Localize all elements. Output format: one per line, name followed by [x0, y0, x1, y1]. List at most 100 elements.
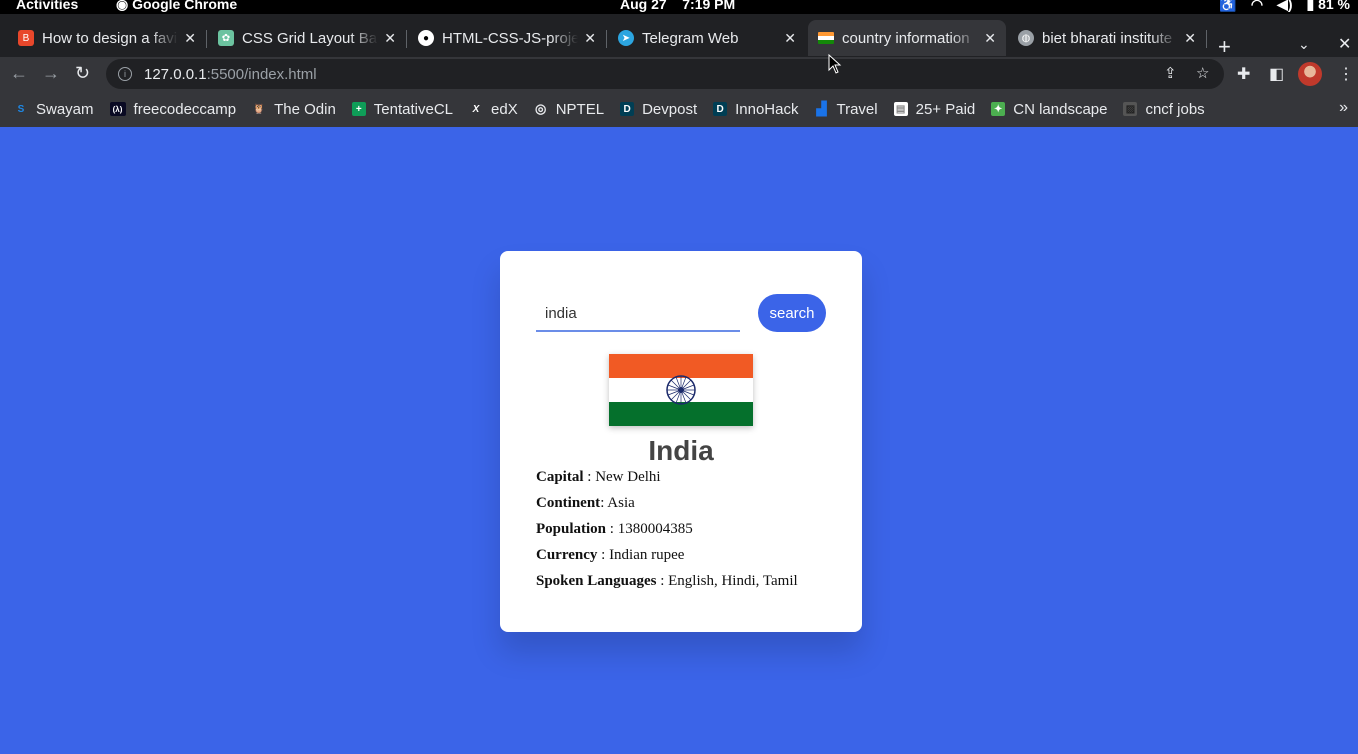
population-value: 1380004385	[617, 521, 693, 537]
bookmark-label: Travel	[836, 100, 878, 118]
bookmark-devpost[interactable]: D Devpost	[620, 101, 697, 118]
bookmark-tentativecl[interactable]: + TentativeCL	[351, 101, 453, 118]
window-close-icon[interactable]: ✕	[1338, 34, 1351, 54]
bookmark-the-odin[interactable]: 🦉 The Odin	[252, 101, 336, 118]
active-app-name[interactable]: ◉ Google Chrome	[116, 0, 237, 13]
address-bar[interactable]: i 127.0.0.1:5500/index.html ⇪ ☆	[106, 59, 1224, 89]
freecodecamp-icon: (λ)	[109, 102, 126, 116]
site-info-icon[interactable]: i	[118, 67, 132, 81]
capital-row: Capital : New Delhi	[536, 469, 661, 486]
population-separator: :	[606, 521, 618, 537]
globe-icon: ◍	[1018, 30, 1034, 46]
close-tab-icon[interactable]: ✕	[384, 30, 396, 47]
bookmark-cn-landscape[interactable]: ✦ CN landscape	[991, 101, 1107, 118]
url-path: :5500/index.html	[206, 65, 317, 83]
extensions-puzzle-icon[interactable]: ✚	[1237, 64, 1250, 84]
tab-favicon-design[interactable]: B How to design a favi ✕	[8, 20, 206, 56]
share-icon[interactable]: ⇪	[1164, 64, 1177, 82]
close-tab-icon[interactable]: ✕	[184, 30, 196, 47]
browser-toolbar: ← → ↻ i 127.0.0.1:5500/index.html ⇪ ☆ ✚ …	[0, 57, 1358, 91]
languages-row: Spoken Languages : English, Hindi, Tamil	[536, 573, 798, 590]
mouse-cursor-icon	[828, 54, 842, 74]
tab-title: CSS Grid Layout Basi	[242, 29, 378, 47]
close-tab-icon[interactable]: ✕	[784, 30, 796, 47]
country-search-input[interactable]	[536, 296, 740, 332]
forward-arrow-icon[interactable]: →	[42, 63, 60, 84]
tab-biet[interactable]: ◍ biet bharati institute ✕	[1008, 20, 1206, 56]
bookmarks-bar: S Swayam (λ) freecodeccamp 🦉 The Odin + Tent…	[0, 91, 1358, 127]
tab-separator	[206, 30, 207, 48]
india-flag	[609, 354, 753, 426]
tab-github[interactable]: ● HTML-CSS-JS-proje ✕	[408, 20, 606, 56]
bookmark-swayam[interactable]: S Swayam	[14, 101, 94, 118]
more-bookmarks-chevron-icon[interactable]: »	[1339, 99, 1348, 117]
bookmark-nptel[interactable]: ◎ NPTEL	[534, 101, 604, 118]
bookmark-freecodecamp[interactable]: (λ) freecodeccamp	[109, 101, 236, 118]
capital-separator: :	[583, 469, 596, 485]
continent-label: Continent	[536, 495, 601, 511]
swayam-icon: S	[17, 103, 25, 115]
currency-label: Currency	[536, 547, 598, 563]
capital-value: New Delhi	[595, 469, 661, 485]
bookmark-label: edX	[491, 100, 518, 118]
tab-title: biet bharati institute	[1042, 29, 1173, 47]
bookmark-edx[interactable]: XedX	[469, 101, 518, 118]
tab-telegram[interactable]: ➤ Telegram Web ✕	[608, 20, 806, 56]
population-row: Population : 1380004385	[536, 521, 693, 538]
active-app-label: Google Chrome	[132, 0, 238, 12]
devpost-icon: D	[620, 102, 635, 116]
continent-value: Asia	[607, 495, 635, 511]
landscape-icon: ✦	[991, 102, 1006, 116]
tab-css-grid[interactable]: ✿ CSS Grid Layout Basi ✕	[208, 20, 406, 56]
tab-title: HTML-CSS-JS-proje	[442, 29, 578, 47]
currency-separator: :	[597, 547, 610, 563]
cncf-icon: ▨	[1123, 102, 1138, 116]
bookmark-cncf-jobs[interactable]: ▨ cncf jobs	[1123, 100, 1205, 118]
bookmark-label: 25+ Paid	[915, 100, 976, 118]
india-flag-icon	[818, 32, 834, 44]
tab-strip: B How to design a favi ✕ ✿ CSS Grid Layo…	[0, 14, 1358, 59]
back-arrow-icon[interactable]: ←	[10, 63, 28, 84]
population-label: Population	[536, 521, 607, 537]
currency-value: Indian rupee	[609, 547, 685, 563]
telegram-icon: ➤	[618, 30, 634, 46]
url-host: 127.0.0.1	[144, 65, 207, 83]
tab-country-information[interactable]: country information ✕	[808, 20, 1006, 56]
activities-button[interactable]: Activities	[16, 0, 78, 12]
accessibility-icon: ♿	[1219, 0, 1237, 12]
bookmark-label: InnoHack	[735, 100, 799, 118]
tab-favicon-icon: B	[18, 30, 34, 46]
languages-label: Spoken Languages	[536, 573, 657, 589]
close-tab-icon[interactable]: ✕	[584, 30, 596, 47]
owl-icon: 🦉	[252, 103, 266, 115]
bookmark-label: CN landscape	[1013, 100, 1108, 118]
bookmark-travel[interactable]: ▟ Travel	[814, 101, 877, 118]
profile-avatar[interactable]	[1298, 62, 1322, 86]
clock-time: 7:19 PM	[682, 0, 736, 12]
clock[interactable]: Aug 27 7:19 PM	[620, 0, 735, 12]
bookmark-label: The Odin	[274, 100, 336, 118]
edx-icon: X	[472, 103, 480, 115]
currency-row: Currency : Indian rupee	[536, 547, 684, 564]
chrome-menu-icon[interactable]: ⋮	[1338, 64, 1354, 84]
system-top-bar: Activities ◉ Google Chrome Aug 27 7:19 P…	[0, 0, 1358, 14]
reload-icon[interactable]: ↻	[75, 63, 90, 84]
bookmark-star-icon[interactable]: ☆	[1196, 64, 1209, 82]
side-panel-icon[interactable]: ◧	[1269, 64, 1284, 84]
system-tray[interactable]: ♿ ◠ ◀) ▮ 81 %	[1219, 0, 1350, 13]
devpost-icon: D	[713, 102, 728, 116]
tab-favicon-icon: ✿	[218, 30, 234, 46]
tab-title: country information	[842, 29, 970, 47]
capital-label: Capital	[536, 469, 584, 485]
wifi-icon: ◠	[1250, 0, 1264, 12]
bookmark-25-paid[interactable]: ▤ 25+ Paid	[893, 100, 976, 118]
close-tab-icon[interactable]: ✕	[1184, 30, 1196, 47]
bookmark-label: cncf jobs	[1145, 100, 1205, 118]
bookmark-innohack[interactable]: D InnoHack	[713, 101, 798, 118]
search-button[interactable]: search	[758, 294, 826, 332]
tab-search-chevron-icon[interactable]: ⌄	[1298, 36, 1310, 53]
close-tab-icon[interactable]: ✕	[984, 30, 996, 47]
github-icon: ●	[418, 30, 434, 46]
bookmark-label: Devpost	[642, 100, 698, 118]
battery-indicator: ▮ 81 %	[1306, 0, 1350, 13]
